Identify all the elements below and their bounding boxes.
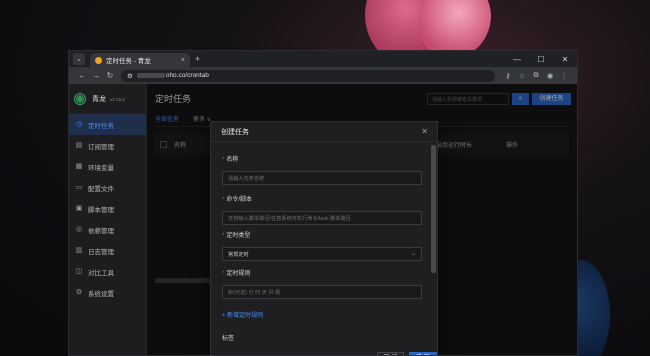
cancel-button[interactable]: 取 消 — [377, 352, 404, 355]
url-redacted — [136, 73, 165, 78]
field-label: * 命令/脚本 — [222, 197, 253, 203]
diff-icon: ◫ — [75, 267, 83, 275]
schedule-type-field: * 定时类型 常规定时 ⌄ — [222, 230, 422, 261]
command-input[interactable]: 支持输入脚本路径/任意系统可执行命令/task 脚本路径 — [222, 211, 422, 225]
sidebar-item-subscription[interactable]: ▤ 订阅管理 — [69, 135, 146, 156]
sidebar-item-diff[interactable]: ◫ 对比工具 — [69, 261, 146, 282]
sidebar-item-label: 对比工具 — [88, 269, 114, 277]
field-label: * 名称 — [222, 157, 239, 163]
modal-footer: 取 消 确 定 — [211, 348, 437, 355]
site-info-icon[interactable]: ⚙ — [127, 72, 133, 80]
new-tab-icon[interactable]: + — [195, 54, 200, 64]
browser-tab[interactable]: 定时任务 - 青龙 × — [90, 53, 190, 67]
name-input[interactable]: 请输入任务名称 — [222, 171, 422, 185]
close-tab-icon[interactable]: × — [181, 57, 185, 64]
sidebar-item-env[interactable]: ▦ 环境变量 — [69, 156, 146, 177]
browser-titlebar: ⌄ 定时任务 - 青龙 × + — ☐ ✕ — [69, 51, 577, 67]
close-window-icon[interactable]: ✕ — [553, 55, 577, 64]
reload-icon[interactable]: ↻ — [103, 71, 117, 80]
log-icon: ▥ — [75, 246, 83, 254]
sidebar-item-label: 定时任务 — [88, 122, 114, 130]
back-icon[interactable]: ← — [75, 71, 89, 80]
subscription-icon: ▤ — [75, 141, 83, 149]
qinglong-logo-icon — [74, 93, 86, 105]
menu-icon[interactable]: ⋮ — [557, 72, 571, 80]
favicon-icon — [95, 56, 102, 64]
browser-toolbar: ⚷ ☆ ⧉ ◉ ⋮ — [501, 72, 571, 80]
add-cron-rule-link[interactable]: + 新增定时规则 — [222, 310, 263, 319]
sidebar-item-label: 日志管理 — [88, 248, 114, 256]
modal-header: 创建任务 ✕ — [211, 122, 437, 142]
sidebar-item-script[interactable]: ▣ 脚本管理 — [69, 198, 146, 219]
version-label: v2.19.2 — [110, 96, 125, 102]
sidebar-item-label: 脚本管理 — [88, 206, 114, 214]
sidebar-item-dependency[interactable]: ◎ 依赖管理 — [69, 219, 146, 240]
brand: 青龙 v2.19.2 — [69, 84, 146, 114]
url-field[interactable]: ⚙ oho.co/crontab — [121, 69, 495, 82]
browser-window: ⌄ 定时任务 - 青龙 × + — ☐ ✕ ← → ↻ ⚙ oho.co/cro… — [68, 50, 578, 356]
name-field: * 名称 请输入任务名称 — [222, 154, 422, 185]
schedule-type-value: 常规定时 — [228, 252, 249, 258]
tags-label: 标签 — [222, 336, 235, 342]
field-label: * 定时类型 — [222, 233, 251, 239]
address-bar: ← → ↻ ⚙ oho.co/crontab ⚷ ☆ ⧉ ◉ ⋮ — [69, 67, 577, 84]
create-task-modal: 创建任务 ✕ * 名称 请输入任务名称 * 命令/脚本 支持输入脚本路径/任意系统可… — [210, 121, 438, 355]
cron-rule-input[interactable]: 秒(可选) 分 时 天 月 周 — [222, 285, 422, 299]
modal-title: 创建任务 — [221, 128, 249, 136]
variable-icon: ▦ — [75, 162, 83, 170]
chevron-down-icon: ⌄ — [410, 251, 416, 257]
modal-scrollbar[interactable] — [431, 145, 436, 273]
settings-icon: ⚙ — [75, 288, 83, 296]
sidebar-item-log[interactable]: ▥ 日志管理 — [69, 240, 146, 261]
tab-search-icon[interactable]: ⌄ — [73, 53, 85, 65]
forward-icon[interactable]: → — [89, 71, 103, 80]
tab-title: 定时任务 - 青龙 — [106, 58, 151, 65]
maximize-icon[interactable]: ☐ — [529, 55, 553, 64]
field-label: * 定时规则 — [222, 271, 251, 277]
sidebar-item-label: 配置文件 — [88, 185, 114, 193]
close-icon[interactable]: ✕ — [421, 127, 428, 136]
confirm-button[interactable]: 确 定 — [409, 352, 437, 355]
sidebar-item-config[interactable]: ▭ 配置文件 — [69, 177, 146, 198]
clock-icon: ◷ — [75, 120, 83, 128]
sidebar-item-settings[interactable]: ⚙ 系统设置 — [69, 282, 146, 303]
key-icon[interactable]: ⚷ — [501, 72, 515, 80]
command-field: * 命令/脚本 支持输入脚本路径/任意系统可执行命令/task 脚本路径 — [222, 194, 422, 225]
bookmark-star-icon[interactable]: ☆ — [515, 72, 529, 80]
sidebar-item-label: 环境变量 — [88, 164, 114, 172]
script-icon: ▣ — [75, 204, 83, 212]
minimize-icon[interactable]: — — [505, 55, 529, 64]
cron-rule-field: * 定时规则 秒(可选) 分 时 天 月 周 — [222, 268, 422, 299]
dependency-icon: ◎ — [75, 225, 83, 233]
sidebar-item-label: 系统设置 — [88, 290, 114, 298]
sidebar-item-crontab[interactable]: ◷ 定时任务 — [69, 114, 146, 135]
url-text: oho.co/crontab — [165, 72, 209, 79]
config-icon: ▭ — [75, 183, 83, 191]
schedule-type-select[interactable]: 常规定时 ⌄ — [222, 247, 422, 261]
sidebar-item-label: 依赖管理 — [88, 227, 114, 235]
profile-icon[interactable]: ◉ — [543, 72, 557, 80]
sidebar: 青龙 v2.19.2 ◷ 定时任务 ▤ 订阅管理 ▦ 环境变量 ▭ 配置文件 ▣ 脚本管理… — [69, 84, 147, 355]
window-controls: — ☐ ✕ — [505, 55, 577, 64]
extensions-icon[interactable]: ⧉ — [529, 72, 543, 80]
brand-name: 青龙 — [92, 96, 106, 103]
sidebar-item-label: 订阅管理 — [88, 143, 114, 151]
